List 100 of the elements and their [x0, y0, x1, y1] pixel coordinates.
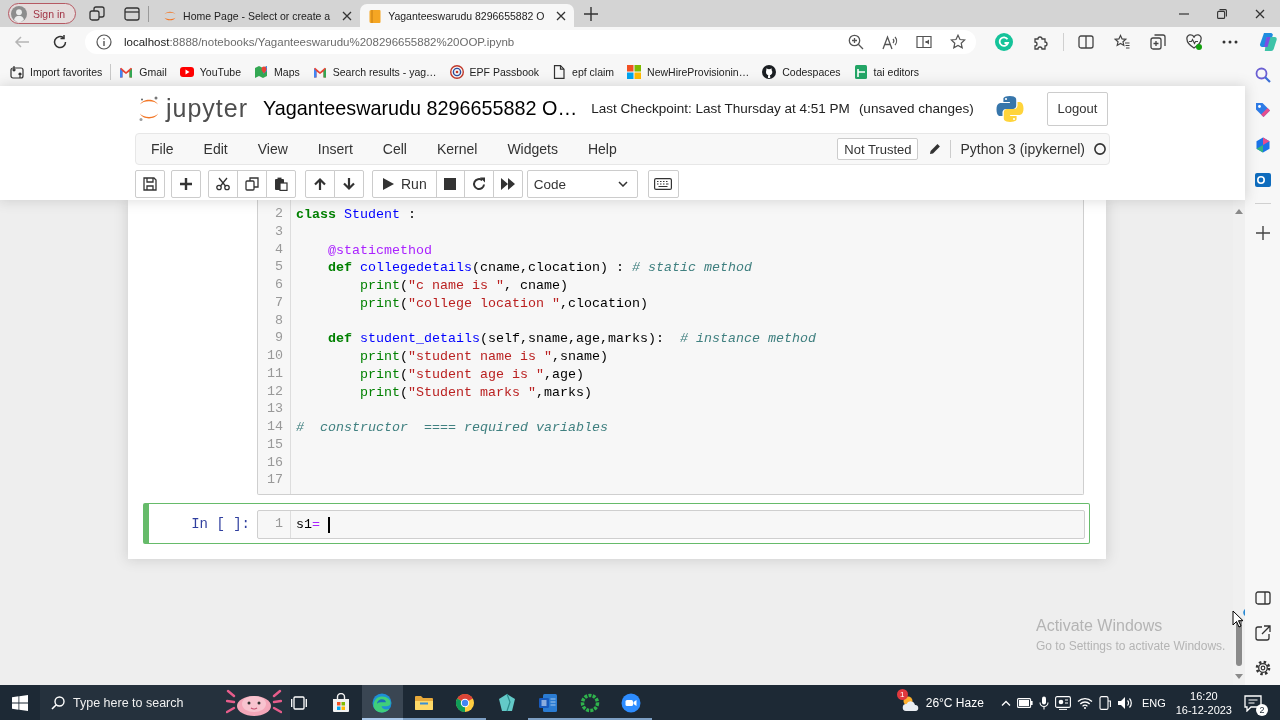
- weather-text[interactable]: 26°C Haze: [925, 695, 984, 710]
- fast-forward-icon: [500, 178, 515, 190]
- stacked-squares-icon[interactable]: [89, 5, 106, 22]
- scroll-up-icon[interactable]: [1235, 209, 1243, 214]
- plus-icon[interactable]: [1255, 226, 1270, 240]
- external-link-icon[interactable]: [1254, 625, 1271, 641]
- copy-button[interactable]: [237, 170, 267, 198]
- battery-icon[interactable]: [1016, 697, 1033, 708]
- notification-icon[interactable]: [1244, 693, 1262, 712]
- line-number: 5: [274, 259, 284, 277]
- browser-tab[interactable]: Yaganteeswarudu 8296655882 O: [360, 4, 575, 27]
- clock-time[interactable]: 16:20: [1190, 688, 1218, 703]
- restart-button[interactable]: [463, 170, 494, 198]
- run-button[interactable]: Run: [372, 170, 437, 198]
- speaker-icon[interactable]: [1116, 695, 1133, 710]
- close-icon[interactable]: [556, 10, 567, 21]
- command-palette-button[interactable]: [647, 170, 679, 198]
- menu-item[interactable]: Edit: [188, 134, 243, 164]
- bookmark-link[interactable]: epf claim: [552, 64, 615, 79]
- move-down-button[interactable]: [334, 170, 364, 198]
- bookmark-link[interactable]: Codespaces: [762, 64, 841, 79]
- close-icon[interactable]: [1255, 8, 1265, 19]
- search-icon[interactable]: [1254, 67, 1271, 83]
- line-number: 6: [274, 277, 284, 294]
- wifi-icon[interactable]: [1076, 696, 1093, 709]
- close-icon[interactable]: [342, 10, 353, 21]
- device-icon[interactable]: [1098, 695, 1111, 710]
- save-icon: [143, 177, 157, 191]
- screen-icon[interactable]: [1054, 695, 1071, 710]
- side-panel-icon[interactable]: [1254, 590, 1271, 606]
- clock-date[interactable]: 16-12-2023: [1175, 702, 1232, 717]
- logout-button[interactable]: Logout: [1047, 91, 1108, 126]
- dashed-ring-icon: [579, 692, 600, 713]
- bookmark-link[interactable]: EPF Passbook: [449, 64, 540, 79]
- window-icon[interactable]: [124, 5, 141, 22]
- heart-pulse-icon[interactable]: [1186, 34, 1202, 50]
- notebook-title[interactable]: Yaganteeswarudu 8296655882 O…: [263, 97, 578, 120]
- browser-swirl-icon: [372, 692, 393, 713]
- arrow-down-icon: [342, 177, 356, 191]
- collections-icon[interactable]: [1150, 34, 1166, 50]
- bookmark-link[interactable]: Import favorites: [10, 64, 103, 79]
- search-icon: [51, 695, 65, 710]
- price-tag-icon[interactable]: [1254, 102, 1271, 118]
- tricolor-circle-icon: [455, 692, 476, 713]
- plus-icon[interactable]: [584, 6, 599, 21]
- refresh-icon[interactable]: [52, 34, 68, 50]
- menu-item[interactable]: Help: [572, 134, 632, 164]
- info-icon[interactable]: [96, 34, 112, 50]
- favorite-star-icon[interactable]: [950, 34, 966, 50]
- caret-up-icon[interactable]: [1000, 699, 1011, 706]
- sign-in-button[interactable]: Sign in: [8, 3, 77, 24]
- browser-tab[interactable]: Home Page - Select or create a: [155, 4, 361, 27]
- more-icon[interactable]: [1222, 40, 1238, 44]
- menu-item[interactable]: View: [242, 134, 303, 164]
- cut-button[interactable]: [208, 170, 238, 198]
- hexagon-logo-icon[interactable]: [1254, 137, 1271, 153]
- logo-arcs-icon[interactable]: [138, 95, 160, 122]
- address-bar[interactable]: localhost:8888/notebooks/Yaganteeswarudu%208296655882%20OOP.ipynb: [85, 30, 976, 54]
- minimize-icon[interactable]: [1179, 12, 1189, 15]
- taskbar-search-field[interactable]: Type here to search: [40, 685, 290, 720]
- bookmark-link[interactable]: Search results - yag…: [312, 64, 437, 79]
- menu-item[interactable]: File: [136, 134, 189, 164]
- paste-button[interactable]: [266, 170, 296, 198]
- zoom-in-icon[interactable]: [848, 34, 864, 50]
- swirl-logo-icon[interactable]: [1258, 32, 1278, 52]
- star-list-icon[interactable]: [1114, 34, 1130, 50]
- notebook-cell[interactable]: In [ ]: 1 s1=: [143, 503, 1090, 544]
- insert-cell-button[interactable]: [171, 170, 201, 198]
- bookmark-link[interactable]: YouTube: [179, 64, 242, 79]
- logo-wordmark[interactable]: jupyter: [166, 96, 249, 121]
- read-aloud-icon[interactable]: [882, 34, 898, 50]
- interrupt-button[interactable]: [435, 170, 465, 198]
- bookmark-link[interactable]: Gmail: [119, 64, 167, 79]
- split-screen-icon[interactable]: [1078, 34, 1094, 50]
- restart-icon: [471, 177, 486, 191]
- menu-item[interactable]: Cell: [367, 134, 422, 164]
- pencil-icon[interactable]: [929, 143, 942, 155]
- language-indicator[interactable]: ENG: [1141, 696, 1166, 709]
- restore-icon[interactable]: [1217, 8, 1227, 19]
- microphone-icon[interactable]: [1038, 695, 1049, 710]
- start-icon[interactable]: [12, 694, 28, 711]
- code-editor[interactable]: 1 s1=: [257, 510, 1085, 539]
- cell-type-select[interactable]: Code: [526, 170, 638, 198]
- menu-item[interactable]: Insert: [302, 134, 368, 164]
- menu-item[interactable]: Kernel: [421, 134, 493, 164]
- settings-icon[interactable]: [1254, 660, 1271, 676]
- ring-tile-icon[interactable]: [1254, 172, 1271, 188]
- menu-item[interactable]: Widgets: [492, 134, 573, 164]
- puzzle-piece-icon[interactable]: [1033, 34, 1049, 50]
- scroll-down-icon[interactable]: [1235, 674, 1243, 679]
- run-all-button[interactable]: [492, 170, 523, 198]
- bookmark-link[interactable]: tai editors: [853, 64, 920, 79]
- trust-button[interactable]: Not Trusted: [837, 138, 919, 160]
- taskbar-app-button[interactable]: [361, 685, 403, 720]
- reader-view-icon[interactable]: [916, 34, 932, 50]
- bookmark-link[interactable]: Maps: [254, 64, 300, 79]
- task-view-icon[interactable]: [291, 695, 307, 710]
- bookmark-link[interactable]: NewHireProvisionin…: [627, 64, 750, 79]
- move-up-button[interactable]: [305, 170, 335, 198]
- save-button[interactable]: [135, 170, 165, 198]
